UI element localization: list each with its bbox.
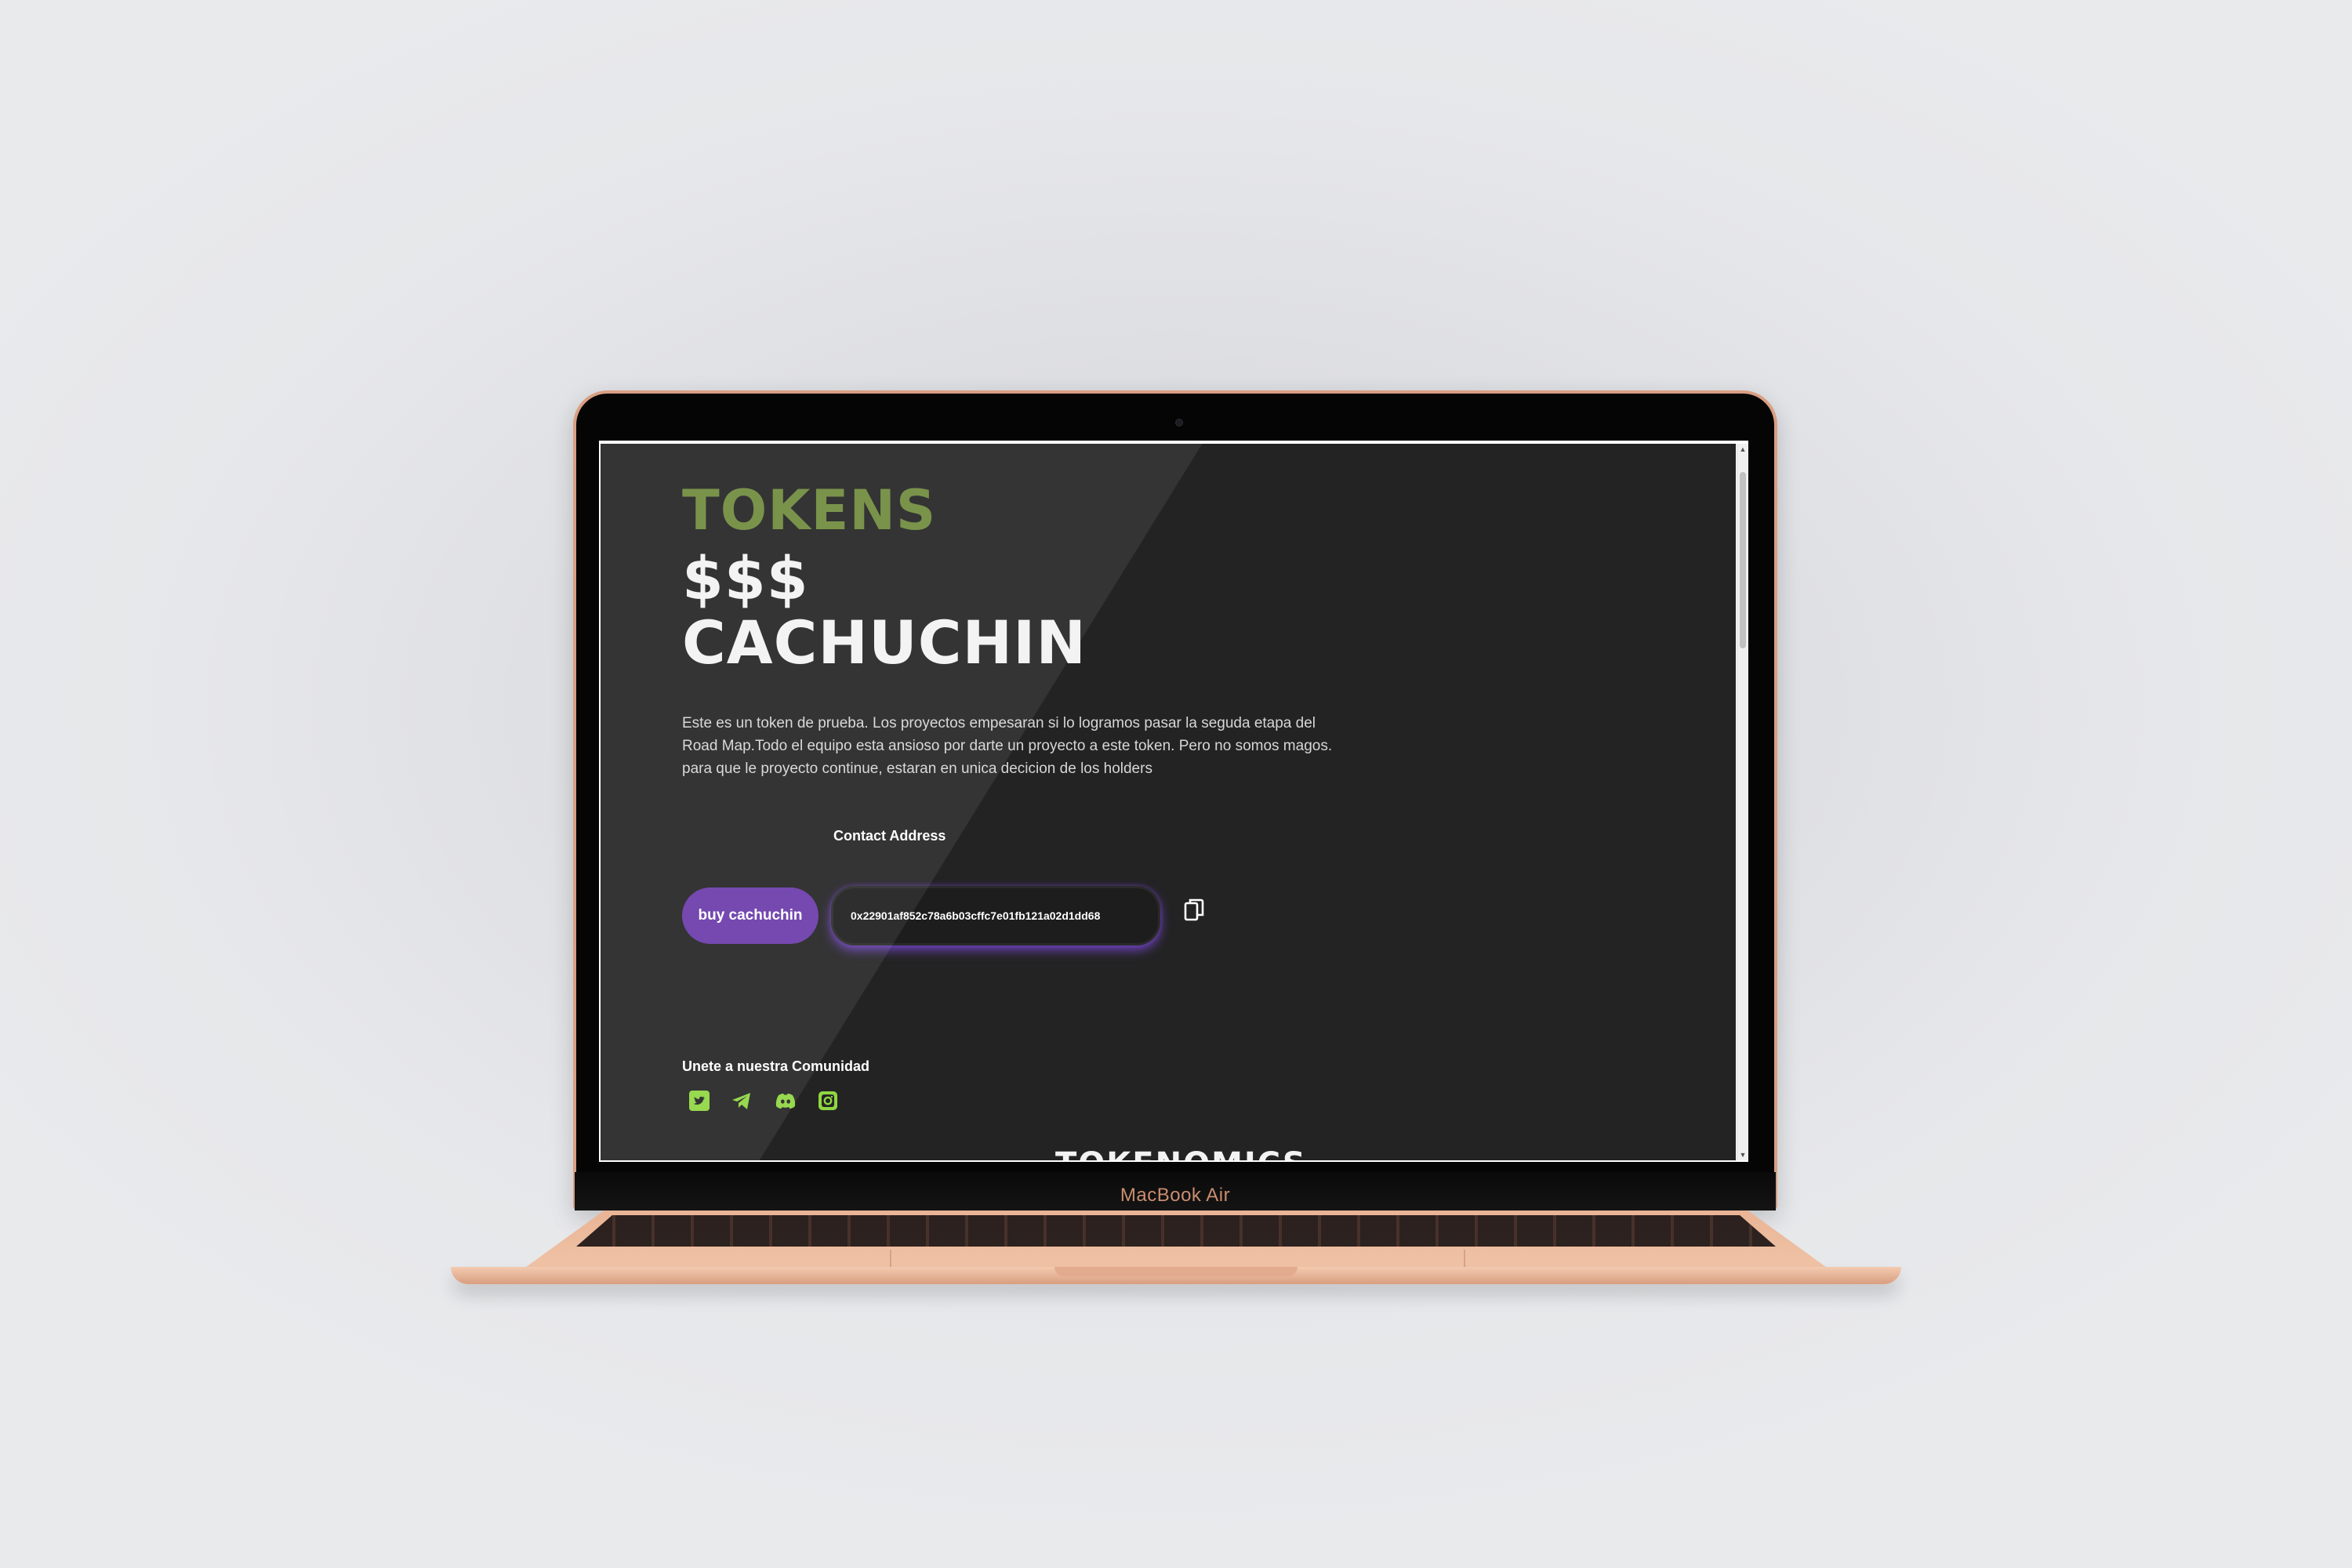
twitter-icon[interactable] (687, 1088, 712, 1113)
discord-icon[interactable] (773, 1088, 798, 1113)
laptop-base (451, 1210, 1901, 1298)
contract-address-label: Contact Address (833, 828, 946, 844)
telegram-icon[interactable] (729, 1088, 754, 1113)
laptop-chin: MacBook Air (575, 1172, 1776, 1210)
tokenomics-section-title: TOKENOMICS (1055, 1146, 1307, 1160)
scrollbar-thumb[interactable] (1740, 472, 1746, 648)
scroll-up-icon[interactable]: ▲ (1737, 444, 1748, 455)
contract-address-field[interactable]: 0x22901af852c78a6b03cffc7e01fb121a02d1dd… (831, 886, 1160, 946)
vertical-scrollbar[interactable]: ▲ ▼ (1737, 444, 1748, 1160)
buy-button[interactable]: buy cachuchin (682, 887, 818, 944)
browser-window: TOKENS $$$ CACHUCHIN Este es un token de… (599, 441, 1748, 1162)
camera-icon (1175, 419, 1183, 426)
hero-title-tokens: TOKENS (682, 478, 937, 543)
hero-description: Este es un token de prueba. Los proyecto… (682, 715, 1333, 777)
lid-opening-notch (1054, 1267, 1298, 1276)
device-model-label: MacBook Air (1120, 1185, 1231, 1206)
keyboard (576, 1215, 1776, 1247)
instagram-icon[interactable] (815, 1088, 840, 1113)
scroll-down-icon[interactable]: ▼ (1737, 1149, 1748, 1160)
hero-title-dollars: $$$ (682, 543, 809, 613)
trackpad (890, 1250, 1465, 1269)
community-label: Unete a nuestra Comunidad (682, 1058, 870, 1074)
hero-title-name: CACHUCHIN (682, 608, 1087, 677)
copy-icon[interactable] (1184, 898, 1204, 923)
page-viewport: TOKENS $$$ CACHUCHIN Este es un token de… (601, 444, 1736, 1160)
